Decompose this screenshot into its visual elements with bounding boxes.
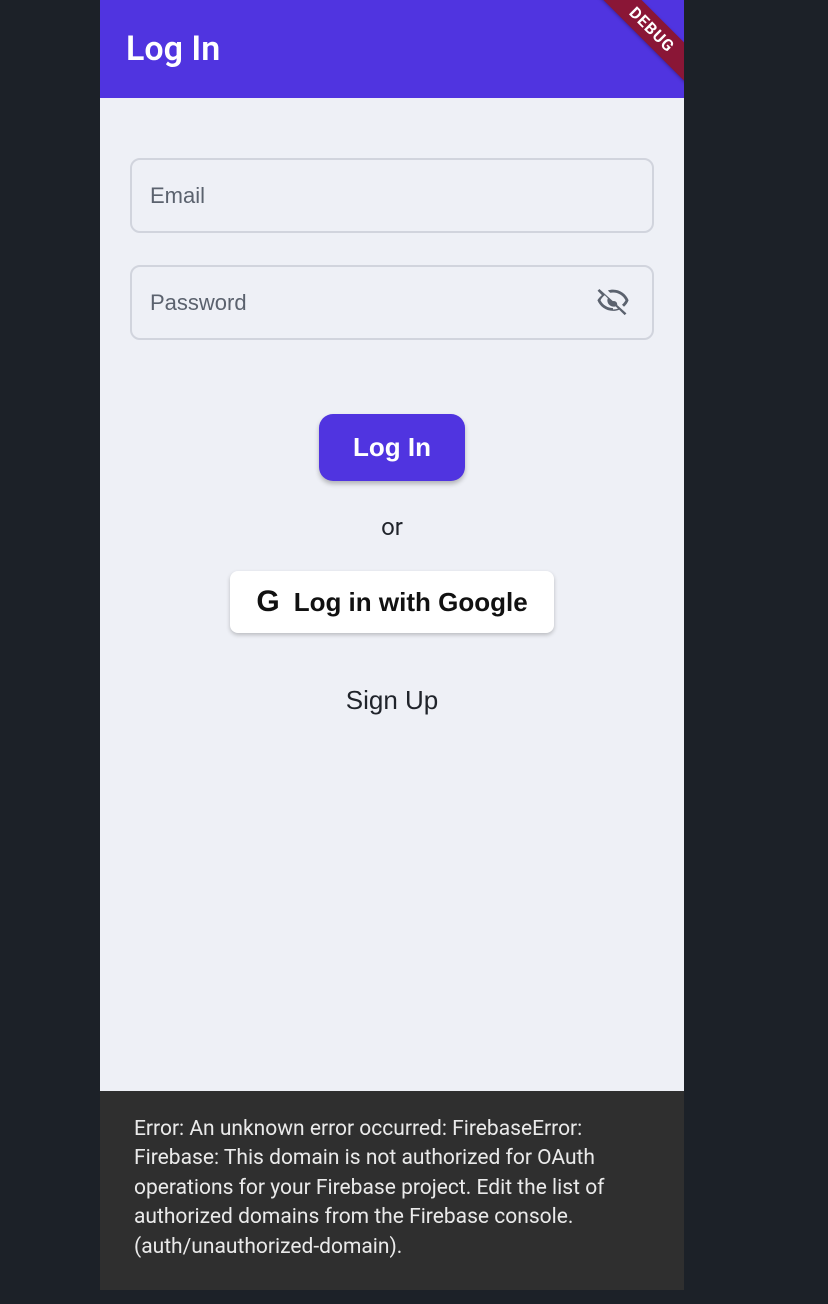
login-form: Log In or G Log in with Google Sign Up — [100, 98, 684, 1091]
login-button-label: Log In — [353, 432, 431, 462]
google-icon: G — [256, 585, 279, 619]
or-label: or — [381, 513, 403, 541]
debug-banner: DEBUG — [586, 0, 684, 96]
error-message: Error: An unknown error occurred: Fireba… — [134, 1117, 604, 1259]
google-button-label: Log in with Google — [294, 587, 528, 618]
email-field[interactable] — [150, 183, 634, 209]
password-field-wrapper[interactable] — [130, 265, 654, 340]
toggle-password-visibility-button[interactable] — [592, 280, 634, 325]
error-snackbar: Error: An unknown error occurred: Fireba… — [100, 1091, 684, 1290]
signup-button[interactable]: Sign Up — [346, 685, 439, 716]
password-field[interactable] — [150, 290, 592, 316]
visibility-off-icon — [596, 284, 630, 321]
page-title: Log In — [126, 29, 220, 69]
app-bar: Log In DEBUG — [100, 0, 684, 98]
login-button[interactable]: Log In — [319, 414, 465, 481]
app-screen: Log In DEBUG Log In or G Log in with Goo — [100, 0, 684, 1290]
signup-label: Sign Up — [346, 685, 439, 715]
google-login-button[interactable]: G Log in with Google — [230, 571, 553, 633]
email-field-wrapper[interactable] — [130, 158, 654, 233]
